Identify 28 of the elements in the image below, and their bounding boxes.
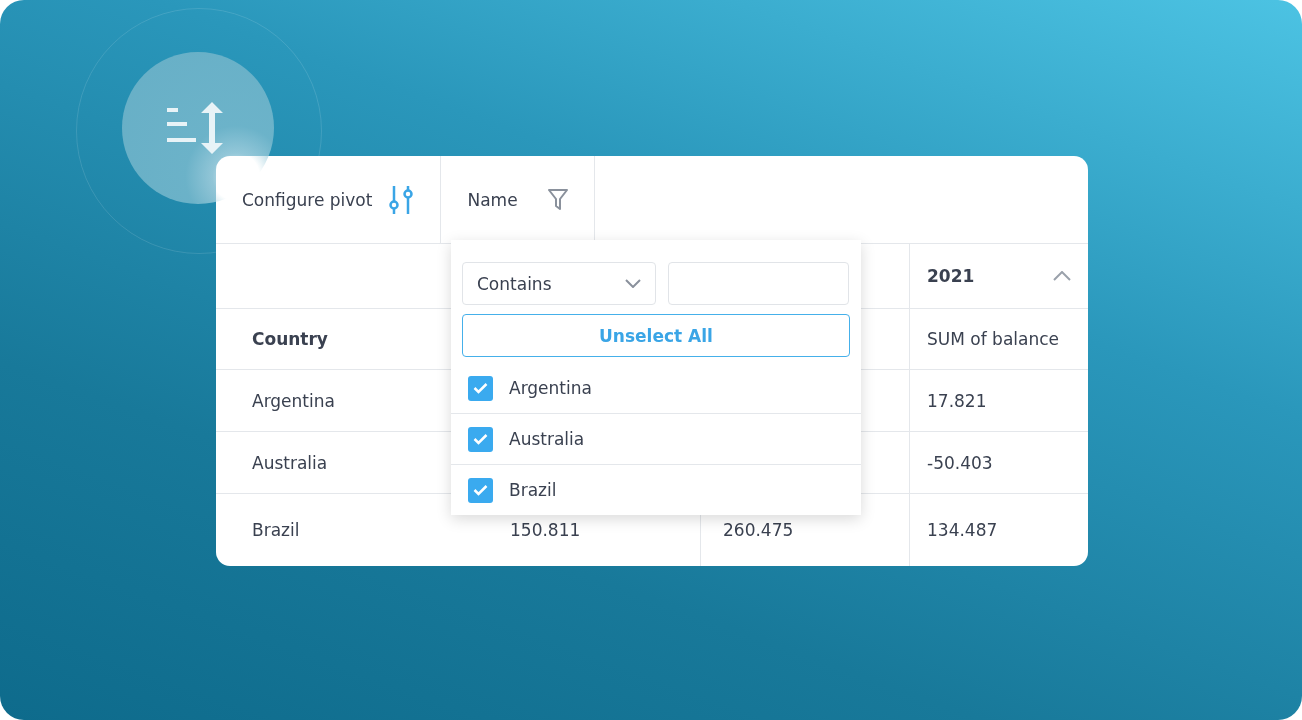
configure-pivot-label[interactable]: Configure pivot [242,189,373,210]
table-cell: 134.487 [927,520,998,540]
condition-select[interactable]: Contains [462,262,656,305]
column-header: Country [252,329,328,349]
checkbox[interactable] [468,477,493,503]
column-header: SUM of balance [927,329,1060,349]
table-cell: Australia [252,452,328,473]
chevron-down-icon [625,279,641,288]
table-cell: 150.811 [510,520,581,540]
table-cell: Brazil [252,520,300,540]
table-cell: 260.475 [723,520,794,540]
table-cell: Argentina [252,390,335,411]
filter-item-label[interactable]: Brazil [509,480,557,500]
sliders-icon[interactable] [388,184,415,215]
filter-item-label[interactable]: Argentina [509,378,592,398]
check-icon [473,382,488,394]
year-header: 2021 [927,266,975,286]
filter-item-label[interactable]: Australia [509,429,585,449]
check-icon [473,433,488,445]
name-field-label[interactable]: Name [467,189,518,210]
table-cell: -50.403 [927,452,993,473]
check-icon [473,484,488,496]
table-cell: 17.821 [927,390,987,411]
filter-value-field[interactable] [668,262,849,305]
checkbox[interactable] [468,375,493,401]
checkbox[interactable] [468,426,493,452]
chevron-up-icon[interactable] [1053,271,1071,281]
filter-icon[interactable] [547,188,568,211]
